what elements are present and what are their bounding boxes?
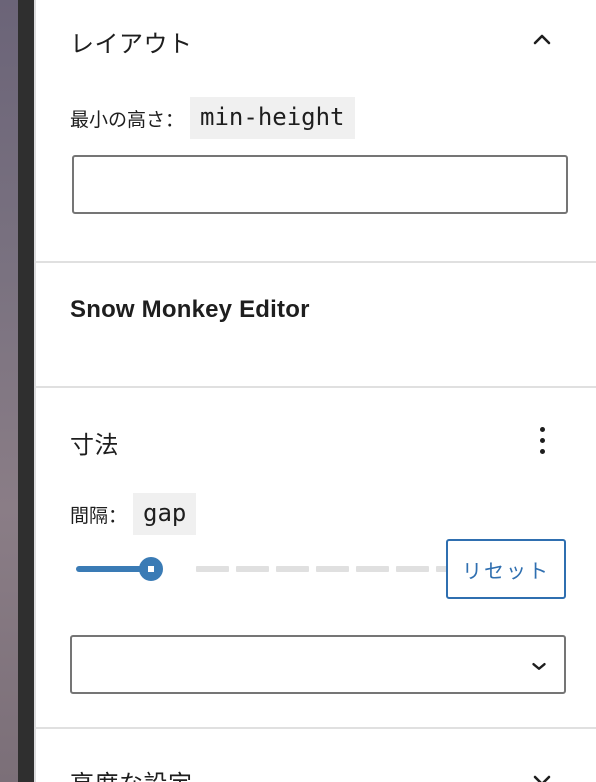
gap-slider[interactable] bbox=[76, 557, 469, 581]
gap-code: gap bbox=[133, 493, 197, 535]
min-height-label-text: 最小の高さ： bbox=[70, 108, 185, 131]
slider-step-mark bbox=[396, 566, 429, 572]
min-height-label: 最小の高さ： min-height bbox=[70, 97, 355, 139]
more-vertical-icon[interactable] bbox=[524, 420, 560, 460]
gap-label-text: 間隔： bbox=[70, 504, 128, 527]
slider-step-mark bbox=[356, 566, 389, 572]
editor-canvas-edge bbox=[18, 0, 34, 782]
snow-monkey-panel-title[interactable]: Snow Monkey Editor bbox=[70, 296, 310, 324]
min-height-code: min-height bbox=[190, 97, 355, 139]
chevron-down-icon bbox=[532, 662, 546, 670]
slider-step-mark bbox=[196, 566, 229, 572]
settings-sidebar: レイアウト 最小の高さ： min-height Snow Monkey Edit… bbox=[36, 0, 596, 782]
advanced-panel-title[interactable]: 高度な設定 bbox=[70, 764, 193, 782]
chevron-up-icon[interactable] bbox=[522, 20, 562, 60]
layout-panel-title[interactable]: レイアウト bbox=[70, 24, 193, 59]
dimensions-panel-title: 寸法 bbox=[70, 431, 119, 459]
panel-divider bbox=[36, 727, 596, 729]
panel-divider bbox=[36, 386, 596, 388]
gap-unit-select[interactable] bbox=[70, 635, 566, 694]
gap-label: 間隔： gap bbox=[70, 493, 197, 535]
slider-step-mark bbox=[276, 566, 309, 572]
slider-step-mark bbox=[316, 566, 349, 572]
slider-step-mark bbox=[236, 566, 269, 572]
panel-divider bbox=[36, 261, 596, 263]
chevron-down-icon[interactable] bbox=[522, 760, 562, 782]
slider-thumb[interactable] bbox=[139, 557, 163, 581]
background-strip bbox=[0, 0, 18, 782]
min-height-input[interactable] bbox=[72, 155, 568, 214]
reset-button[interactable]: リセット bbox=[446, 539, 566, 599]
